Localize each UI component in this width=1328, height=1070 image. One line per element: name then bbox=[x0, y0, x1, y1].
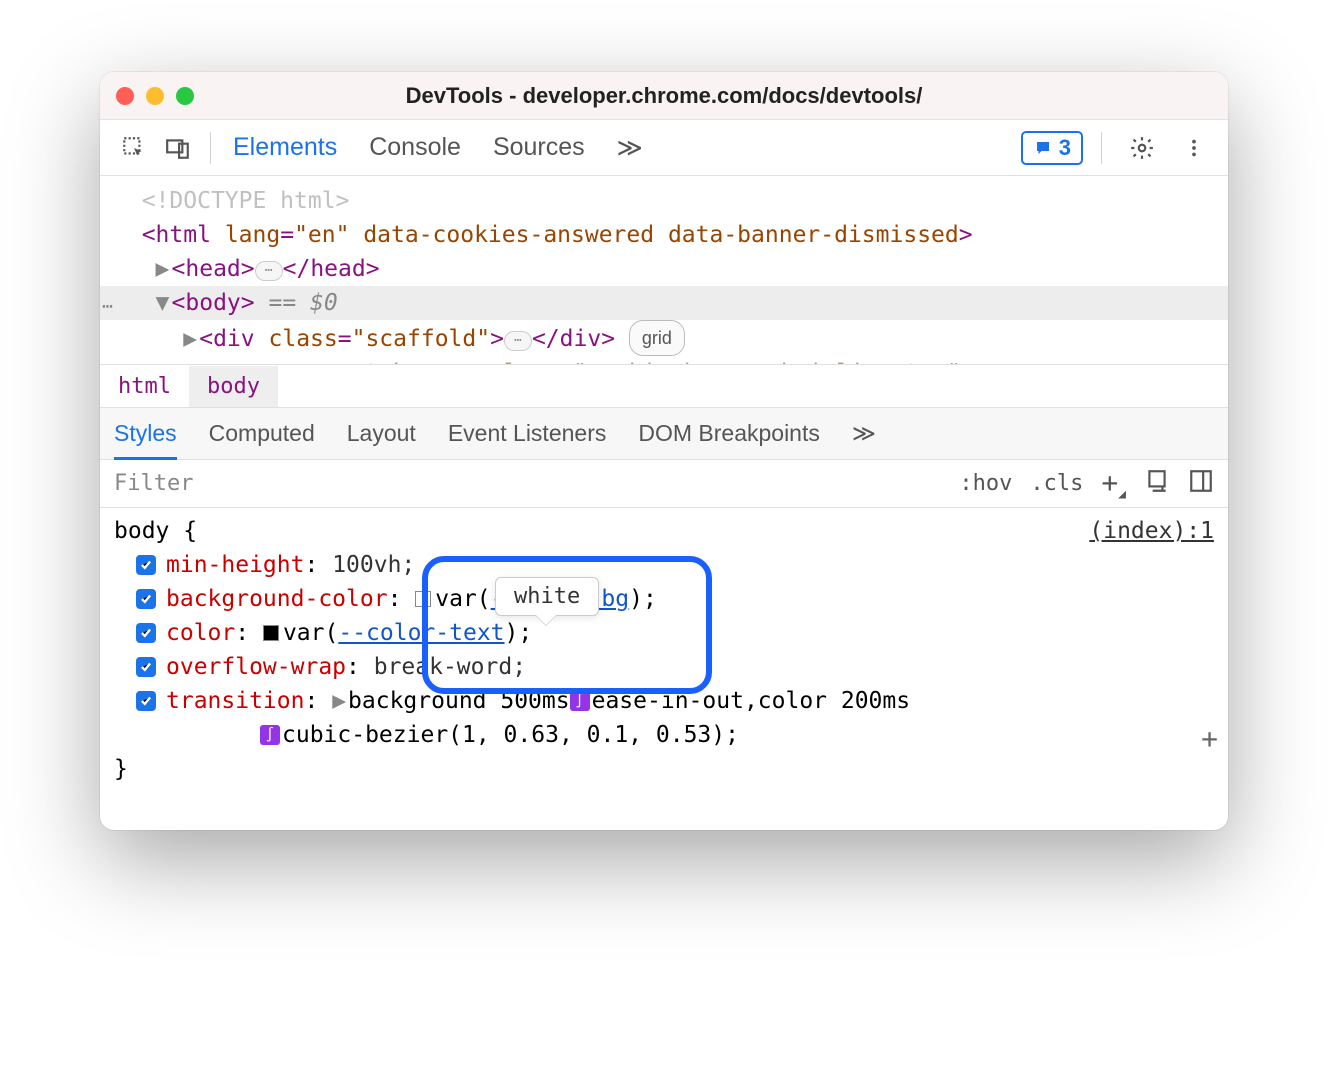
collapsed-ellipsis-icon[interactable]: ⋯ bbox=[255, 261, 283, 281]
traffic-lights bbox=[116, 87, 194, 105]
main-toolbar: Elements Console Sources ≫ 3 bbox=[100, 120, 1228, 176]
color-swatch-icon[interactable] bbox=[263, 625, 279, 641]
prop-transition-line2[interactable]: ∫cubic-bezier(1, 0.63, 0.1, 0.53); bbox=[114, 718, 1214, 752]
styles-subtabs: Styles Computed Layout Event Listeners D… bbox=[100, 408, 1228, 460]
subtabs-overflow[interactable]: ≫ bbox=[852, 408, 876, 459]
crumb-html[interactable]: html bbox=[100, 366, 189, 407]
css-var-link[interactable]: --color-text bbox=[338, 616, 504, 650]
collapse-triangle-icon[interactable]: ▼ bbox=[156, 286, 172, 320]
tooltip-value: white bbox=[495, 577, 599, 616]
kebab-menu-icon[interactable] bbox=[1176, 130, 1212, 166]
add-property-plus-icon[interactable]: + bbox=[1201, 722, 1218, 756]
styles-rule-block: body { (index):1 min-height: 100vh; back… bbox=[100, 508, 1228, 762]
copy-styles-icon[interactable] bbox=[1144, 468, 1170, 500]
dom-tree-panel[interactable]: <!DOCTYPE html> <html lang="en" data-coo… bbox=[100, 176, 1228, 364]
bezier-editor-icon[interactable]: ∫ bbox=[260, 725, 280, 745]
prop-min-height[interactable]: min-height: 100vh; bbox=[114, 548, 1214, 582]
filter-input[interactable]: Filter bbox=[100, 471, 945, 496]
prop-color[interactable]: color: var(--color-text); bbox=[114, 616, 1214, 650]
color-swatch-icon[interactable] bbox=[415, 591, 431, 607]
source-link[interactable]: (index):1 bbox=[1089, 514, 1214, 548]
checkbox-icon[interactable] bbox=[136, 657, 156, 677]
window-title: DevTools - developer.chrome.com/docs/dev… bbox=[100, 83, 1228, 109]
rule-close-brace: } bbox=[114, 752, 1214, 786]
tab-console[interactable]: Console bbox=[367, 121, 463, 175]
tab-sources[interactable]: Sources bbox=[491, 121, 587, 175]
separator bbox=[210, 132, 211, 164]
checkbox-icon[interactable] bbox=[136, 589, 156, 609]
computed-sidebar-icon[interactable] bbox=[1188, 468, 1214, 500]
new-rule-plus-icon[interactable]: +◢ bbox=[1101, 466, 1126, 502]
minimize-window-button[interactable] bbox=[146, 87, 164, 105]
inspect-element-icon[interactable] bbox=[116, 130, 152, 166]
issues-count: 3 bbox=[1059, 135, 1071, 161]
checkbox-icon[interactable] bbox=[136, 555, 156, 575]
expand-triangle-icon[interactable]: ▶ bbox=[332, 684, 346, 718]
doctype-text: <!DOCTYPE html> bbox=[142, 188, 350, 214]
tab-elements[interactable]: Elements bbox=[231, 121, 339, 175]
styles-filter-bar: Filter :hov .cls +◢ bbox=[100, 460, 1228, 508]
css-selector[interactable]: body { bbox=[114, 514, 197, 548]
subtab-styles[interactable]: Styles bbox=[114, 408, 177, 459]
checkbox-icon[interactable] bbox=[136, 623, 156, 643]
cls-toggle[interactable]: .cls bbox=[1030, 471, 1083, 496]
issues-badge[interactable]: 3 bbox=[1021, 131, 1083, 165]
bezier-editor-icon[interactable]: ∫ bbox=[570, 691, 590, 711]
panel-tabs: Elements Console Sources ≫ bbox=[231, 121, 1021, 175]
hov-toggle[interactable]: :hov bbox=[959, 471, 1012, 496]
devtools-window: DevTools - developer.chrome.com/docs/dev… bbox=[100, 72, 1228, 830]
grid-badge[interactable]: grid bbox=[629, 320, 685, 356]
expand-triangle-icon[interactable]: ▶ bbox=[156, 252, 172, 286]
expand-triangle-icon[interactable]: ▶ bbox=[183, 322, 199, 356]
prop-background-color[interactable]: background-color: var(--color-bg); bbox=[114, 582, 1214, 616]
separator bbox=[1101, 132, 1102, 164]
titlebar: DevTools - developer.chrome.com/docs/dev… bbox=[100, 72, 1228, 120]
crumb-body[interactable]: body bbox=[189, 366, 278, 407]
expand-triangle-icon[interactable]: ▶ bbox=[183, 356, 199, 364]
prop-transition[interactable]: transition: ▶background 500ms ∫ease-in-o… bbox=[114, 684, 1214, 718]
collapsed-ellipsis-icon[interactable]: ⋯ bbox=[504, 331, 532, 351]
prop-overflow-wrap[interactable]: overflow-wrap: break-word; bbox=[114, 650, 1214, 684]
tabs-overflow[interactable]: ≫ bbox=[615, 121, 645, 175]
subtab-layout[interactable]: Layout bbox=[347, 408, 416, 459]
settings-gear-icon[interactable] bbox=[1124, 130, 1160, 166]
subtab-dom-breakpoints[interactable]: DOM Breakpoints bbox=[638, 408, 820, 459]
subtab-event-listeners[interactable]: Event Listeners bbox=[448, 408, 607, 459]
device-toolbar-icon[interactable] bbox=[160, 130, 196, 166]
checkbox-icon[interactable] bbox=[136, 691, 156, 711]
subtab-computed[interactable]: Computed bbox=[209, 408, 315, 459]
maximize-window-button[interactable] bbox=[176, 87, 194, 105]
close-window-button[interactable] bbox=[116, 87, 134, 105]
dom-selected-row[interactable]: ▼<body> == $0 bbox=[100, 286, 1228, 320]
breadcrumb-bar: html body bbox=[100, 364, 1228, 408]
eq0-indicator: == $0 bbox=[269, 290, 338, 316]
